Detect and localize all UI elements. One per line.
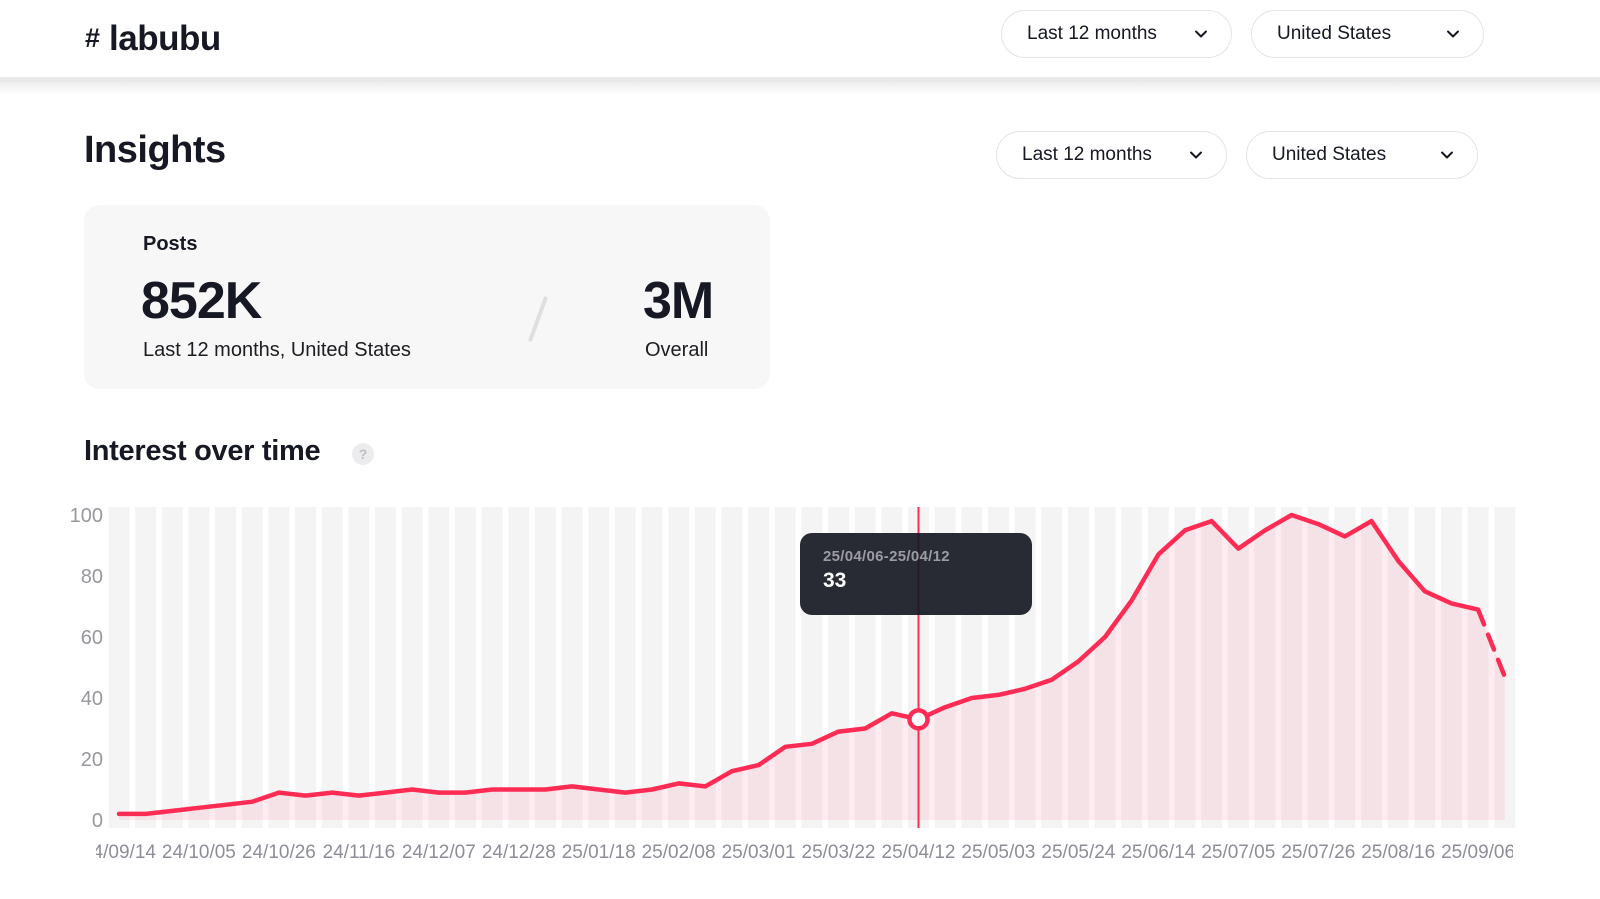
svg-text:24/12/07: 24/12/07 xyxy=(402,842,476,863)
hashtag-insights-page: # labubu Last 12 months United States In… xyxy=(0,0,1600,899)
svg-text:25/08/16: 25/08/16 xyxy=(1361,842,1435,863)
header-divider-shadow xyxy=(0,82,1600,95)
svg-text:24/10/26: 24/10/26 xyxy=(242,842,316,863)
header-region-label: United States xyxy=(1277,23,1392,44)
svg-text:40: 40 xyxy=(81,688,103,710)
svg-text:25/05/03: 25/05/03 xyxy=(961,842,1035,863)
svg-text:25/04/12: 25/04/12 xyxy=(882,842,956,863)
chart-y-axis-labels: 0 20 40 60 80 100 xyxy=(70,505,103,832)
chevron-down-icon xyxy=(1441,151,1453,159)
svg-text:80: 80 xyxy=(81,566,103,588)
posts-primary-caption: Last 12 months, United States xyxy=(143,339,411,361)
svg-text:25/09/06: 25/09/06 xyxy=(1441,842,1515,863)
posts-primary-value: 852K xyxy=(141,272,262,330)
help-icon[interactable]: ? xyxy=(352,443,374,465)
svg-text:24/11/16: 24/11/16 xyxy=(323,842,396,863)
svg-text:25/02/08: 25/02/08 xyxy=(642,842,716,863)
header-time-range-label: Last 12 months xyxy=(1027,23,1157,44)
hashtag-name: labubu xyxy=(109,18,221,58)
svg-text:24/10/05: 24/10/05 xyxy=(162,842,236,863)
insights-time-range-label: Last 12 months xyxy=(1022,144,1152,165)
posts-stat-card: Posts 852K Last 12 months, United States… xyxy=(84,205,770,389)
svg-text:25/01/18: 25/01/18 xyxy=(562,842,636,863)
insights-region-label: United States xyxy=(1272,144,1387,165)
top-header: # labubu Last 12 months United States xyxy=(0,0,1600,77)
svg-text:25/05/24: 25/05/24 xyxy=(1041,842,1115,863)
svg-text:25/03/01: 25/03/01 xyxy=(722,842,796,863)
hash-symbol: # xyxy=(85,23,101,53)
svg-text:25/07/05: 25/07/05 xyxy=(1201,842,1275,863)
svg-text:20: 20 xyxy=(81,749,103,771)
svg-text:24/12/28: 24/12/28 xyxy=(482,842,556,863)
header-time-range-dropdown[interactable]: Last 12 months xyxy=(1001,10,1232,58)
svg-text:60: 60 xyxy=(81,627,103,649)
insights-section-title: Insights xyxy=(84,129,226,171)
chart-marker-dot[interactable] xyxy=(907,708,930,731)
insights-region-dropdown[interactable]: United States xyxy=(1246,131,1478,179)
hashtag-title: # labubu xyxy=(85,0,221,77)
header-region-dropdown[interactable]: United States xyxy=(1251,10,1484,58)
insights-time-range-dropdown[interactable]: Last 12 months xyxy=(996,131,1227,179)
chart-x-axis-labels: 24/09/14 24/10/05 24/10/26 24/11/16 24/12/07… xyxy=(82,842,1515,863)
svg-text:0: 0 xyxy=(92,810,103,832)
posts-secondary-value: 3M xyxy=(643,272,714,330)
posts-card-label: Posts xyxy=(143,233,198,255)
svg-text:100: 100 xyxy=(70,505,103,527)
interest-over-time-title: Interest over time xyxy=(84,435,321,467)
chevron-down-icon xyxy=(1447,30,1459,38)
posts-secondary-caption: Overall xyxy=(645,339,709,361)
svg-text:24/09/14: 24/09/14 xyxy=(82,842,156,863)
chevron-down-icon xyxy=(1190,151,1202,159)
interest-chart-svg[interactable]: 0 20 40 60 80 100 24/09/14 24/10/05 24/10/26 24/1… xyxy=(0,485,1600,875)
chevron-down-icon xyxy=(1195,30,1207,38)
slash-divider xyxy=(527,295,549,343)
svg-text:25/03/22: 25/03/22 xyxy=(802,842,876,863)
svg-text:25/07/26: 25/07/26 xyxy=(1281,842,1355,863)
svg-text:25/06/14: 25/06/14 xyxy=(1121,842,1195,863)
